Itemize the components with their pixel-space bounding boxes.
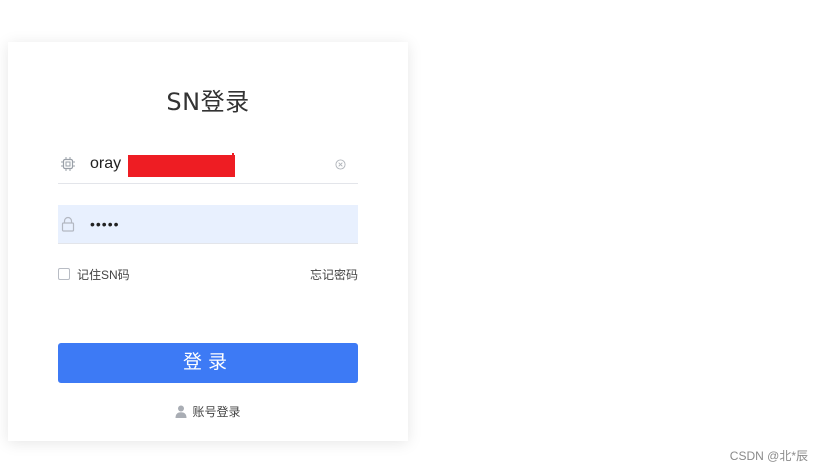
remember-checkbox[interactable] (58, 268, 70, 280)
password-input-value[interactable]: ••••• (90, 216, 120, 232)
user-icon (175, 405, 187, 418)
login-button[interactable]: 登录 (58, 343, 358, 383)
account-login-label: 账号登录 (192, 405, 241, 419)
clear-icon[interactable] (335, 159, 346, 170)
password-field[interactable]: ••••• (58, 205, 358, 244)
chip-icon (61, 157, 75, 171)
redaction-mark (128, 155, 235, 177)
sn-input-value[interactable]: oray (90, 155, 121, 173)
watermark: CSDN @北*辰 (729, 449, 808, 463)
login-card: SN登录 oray ••••• 记住SN码 忘记密码 登录 账号登录 (8, 42, 408, 441)
account-login-link[interactable]: 账号登录 (8, 403, 408, 420)
lock-icon (61, 216, 75, 232)
sn-field[interactable]: oray (58, 145, 358, 184)
remember-sn[interactable]: 记住SN码 (58, 266, 130, 282)
forgot-password-link[interactable]: 忘记密码 (310, 266, 358, 283)
page: SN登录 oray ••••• 记住SN码 忘记密码 登录 账号登录 CSDN … (0, 0, 819, 473)
page-title: SN登录 (166, 88, 250, 116)
remember-label: 记住SN码 (77, 267, 130, 282)
redaction-mark-tick (232, 153, 234, 167)
